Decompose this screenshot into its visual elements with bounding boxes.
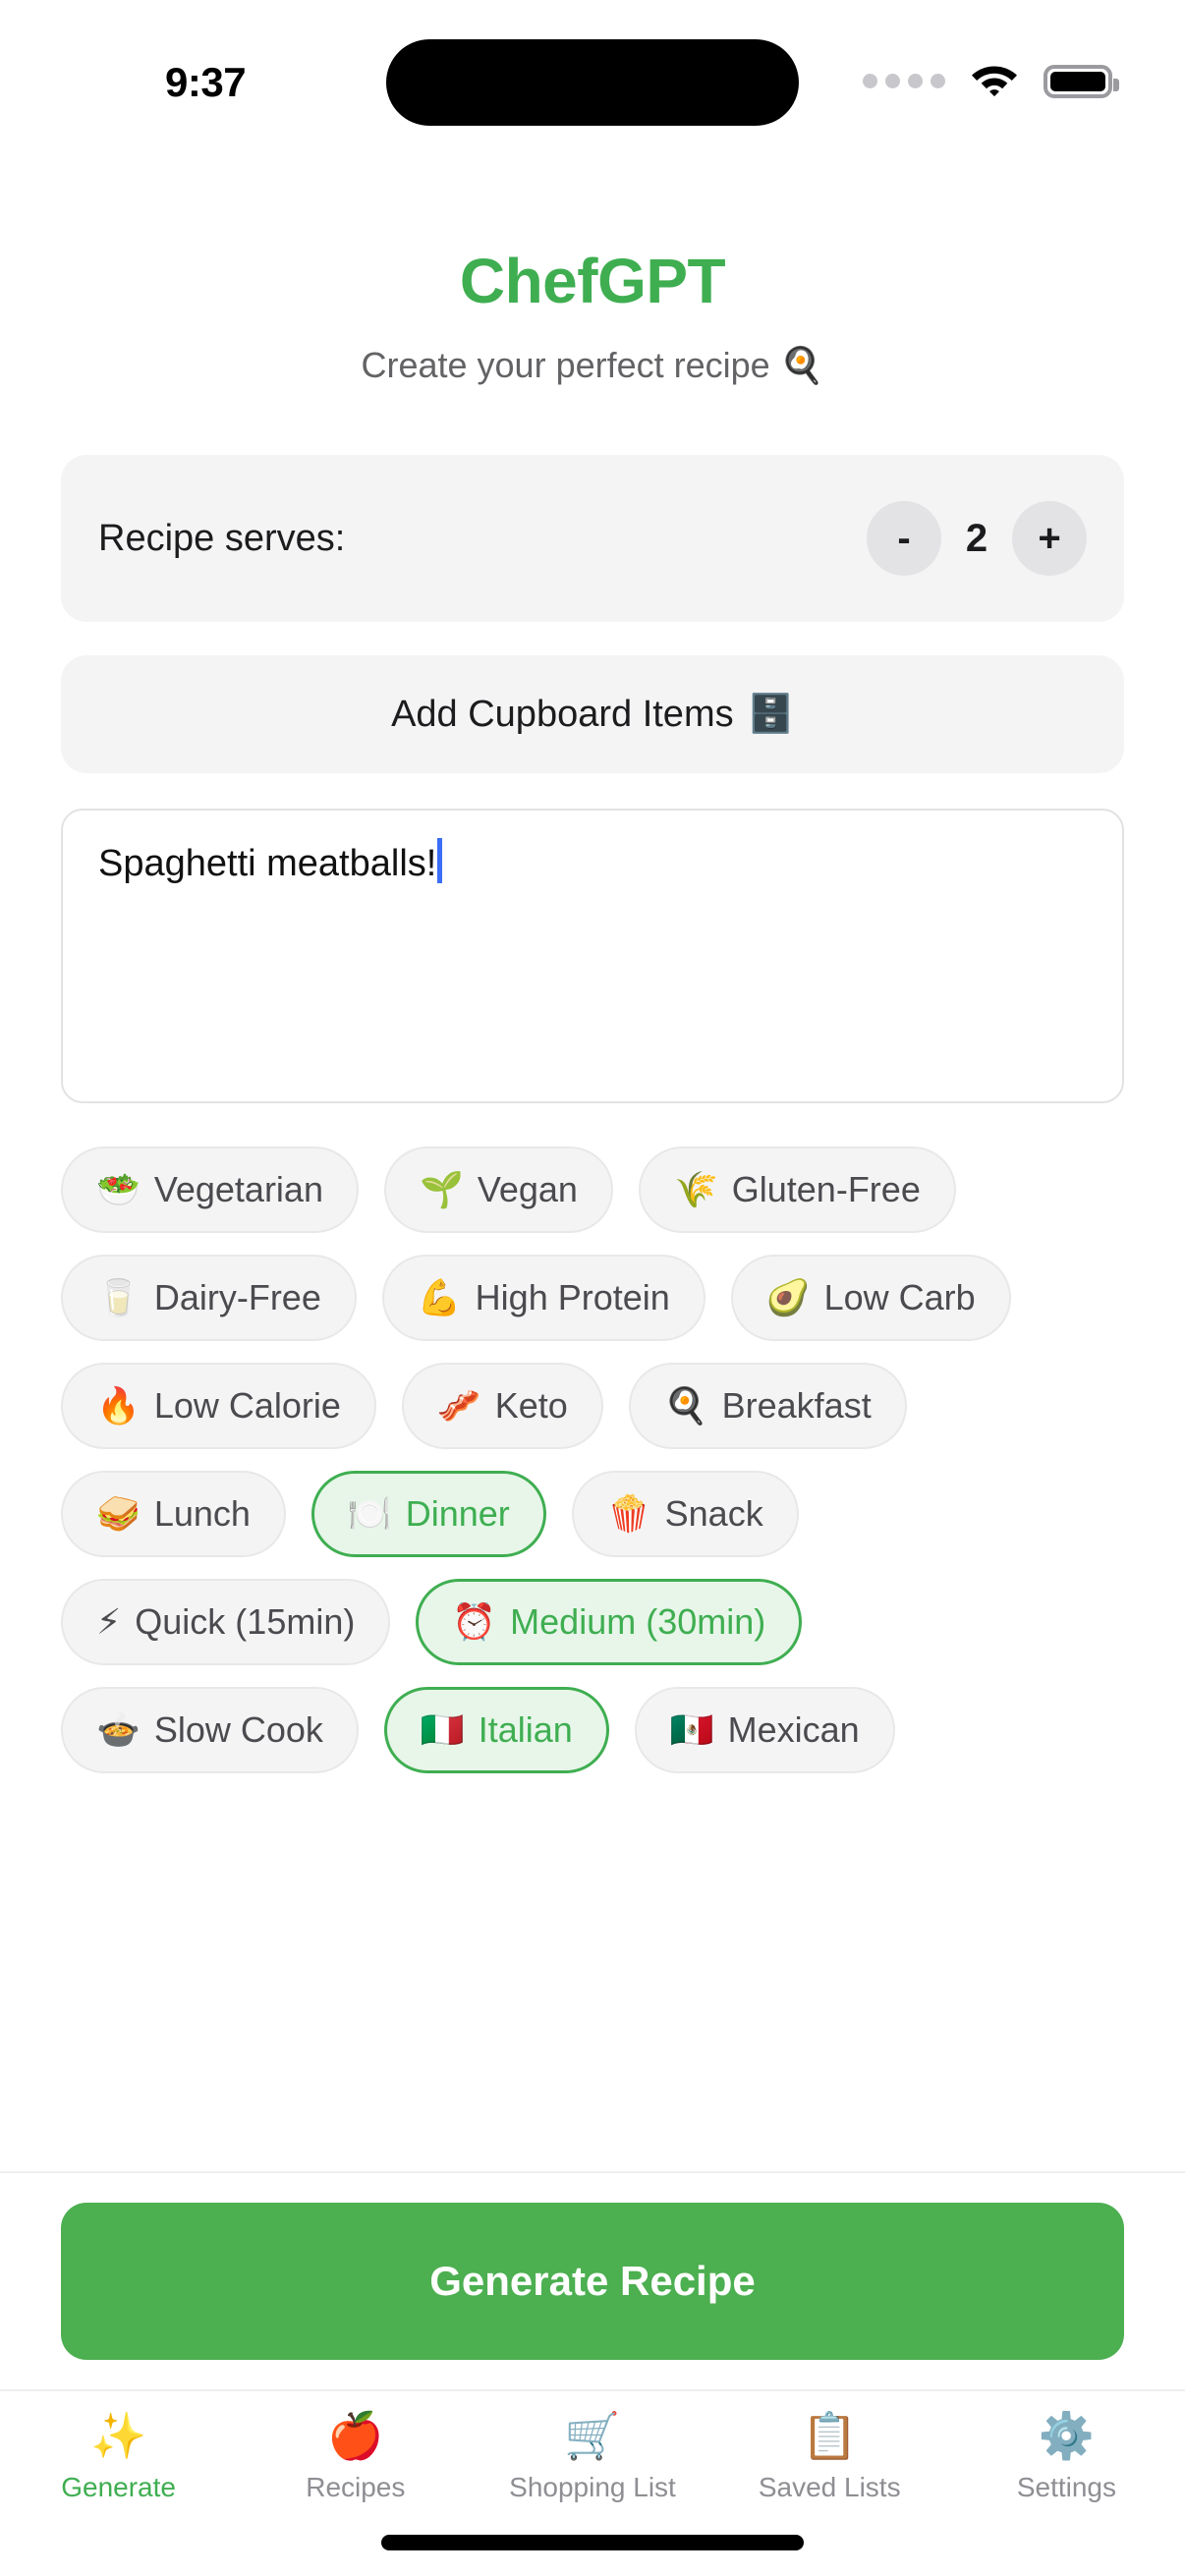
- chip-emoji-icon: 🥛: [96, 1277, 141, 1318]
- tab-label: Settings: [1016, 2472, 1116, 2502]
- chip-emoji-icon: 🍳: [663, 1385, 708, 1427]
- filter-chip[interactable]: 🥑 Low Carb: [730, 1255, 1011, 1342]
- add-cupboard-items-label: Add Cupboard Items: [391, 693, 734, 735]
- tab-icon: ⚙️: [1038, 2410, 1096, 2461]
- chip-label: Quick (15min): [135, 1601, 356, 1643]
- chip-emoji-icon: 🥑: [765, 1277, 811, 1318]
- tab-shopping-list[interactable]: 🛒 Shopping List: [474, 2413, 710, 2503]
- filter-chip[interactable]: 🥪 Lunch: [61, 1471, 286, 1558]
- chip-label: High Protein: [475, 1277, 670, 1318]
- tab-label: Generate: [61, 2472, 176, 2502]
- bottom-bar: Generate Recipe ✨ Generate 🍎 Recipes 🛒 Shoppi…: [0, 2171, 1185, 2576]
- status-time: 9:37: [165, 59, 247, 105]
- chip-emoji-icon: 🍽️: [347, 1493, 392, 1535]
- tab-label: Saved Lists: [758, 2472, 901, 2502]
- filter-chip[interactable]: 🥓 Keto: [401, 1363, 603, 1450]
- recipe-request-input[interactable]: Spaghetti meatballs!: [61, 809, 1124, 1104]
- chip-label: Breakfast: [721, 1385, 872, 1427]
- chip-emoji-icon: ⚡: [96, 1601, 122, 1643]
- chip-label: Dairy-Free: [153, 1277, 321, 1318]
- chip-label: Low Carb: [823, 1277, 976, 1318]
- wifi-icon: [971, 61, 1018, 101]
- signal-dots-icon: [863, 74, 945, 88]
- app-subtitle: Create your perfect recipe 🍳: [361, 345, 824, 385]
- tab-saved-lists[interactable]: 📋 Saved Lists: [711, 2413, 948, 2503]
- tab-settings[interactable]: ⚙️ Settings: [948, 2413, 1185, 2503]
- serves-stepper: - 2 +: [867, 501, 1087, 577]
- recipe-serves-label: Recipe serves:: [98, 517, 346, 559]
- chip-label: Dinner: [405, 1493, 510, 1535]
- chip-emoji-icon: 🇮🇹: [420, 1709, 465, 1751]
- filter-chip[interactable]: 🌱 Vegan: [383, 1147, 613, 1234]
- chip-emoji-icon: 🍲: [96, 1709, 141, 1751]
- filter-chip[interactable]: 🇮🇹 Italian: [383, 1687, 609, 1774]
- app-title: ChefGPT: [459, 246, 726, 316]
- recipe-serves-card: Recipe serves: - 2 +: [61, 455, 1124, 623]
- chip-label: Vegan: [477, 1169, 578, 1210]
- filter-chip[interactable]: 💪 High Protein: [381, 1255, 705, 1342]
- chip-emoji-icon: 🥓: [436, 1385, 481, 1427]
- filter-chip[interactable]: 🍲 Slow Cook: [61, 1687, 359, 1774]
- add-cupboard-items-button[interactable]: Add Cupboard Items 🗄️: [61, 655, 1124, 774]
- status-indicators: [863, 61, 1119, 101]
- tab-generate[interactable]: ✨ Generate: [0, 2413, 237, 2503]
- tab-icon: ✨: [89, 2410, 147, 2461]
- filter-chip[interactable]: 🥛 Dairy-Free: [61, 1255, 357, 1342]
- chip-emoji-icon: 🥪: [96, 1493, 141, 1535]
- serves-value: 2: [965, 516, 988, 560]
- tab-label: Shopping List: [509, 2472, 676, 2502]
- recipe-input-value: Spaghetti meatballs!: [98, 843, 437, 885]
- chip-emoji-icon: 🥗: [96, 1169, 141, 1210]
- tab-label: Recipes: [306, 2472, 406, 2502]
- filter-chip[interactable]: 🍽️ Dinner: [310, 1471, 546, 1558]
- main-scroll-area: ChefGPT Create your perfect recipe 🍳 Rec…: [0, 157, 1185, 2171]
- dynamic-island: [386, 39, 799, 126]
- battery-full-icon: [1044, 64, 1119, 98]
- chip-emoji-icon: 🇲🇽: [669, 1709, 714, 1751]
- chip-label: Gluten-Free: [731, 1169, 921, 1210]
- filter-chip[interactable]: ⚡ Quick (15min): [61, 1579, 391, 1666]
- chip-label: Keto: [494, 1385, 568, 1427]
- chip-label: Medium (30min): [510, 1601, 766, 1643]
- status-bar: 9:37: [0, 0, 1185, 157]
- chip-emoji-icon: 🌾: [673, 1169, 718, 1210]
- filter-chip[interactable]: ⏰ Medium (30min): [416, 1579, 803, 1666]
- chip-label: Italian: [478, 1709, 573, 1751]
- file-cabinet-icon: 🗄️: [747, 694, 794, 736]
- tab-icon: 🍎: [327, 2410, 384, 2461]
- generate-recipe-button[interactable]: Generate Recipe: [61, 2203, 1124, 2360]
- decrement-serves-button[interactable]: -: [867, 501, 941, 577]
- chip-emoji-icon: ⏰: [452, 1601, 497, 1643]
- chip-label: Lunch: [153, 1493, 251, 1535]
- app-screen: 9:37 ChefGPT Create your perfect recipe …: [0, 0, 1185, 2576]
- chip-label: Vegetarian: [153, 1169, 323, 1210]
- tab-recipes[interactable]: 🍎 Recipes: [237, 2413, 474, 2503]
- filter-chip[interactable]: 🥗 Vegetarian: [61, 1147, 359, 1234]
- chip-label: Snack: [664, 1493, 763, 1535]
- chip-label: Slow Cook: [153, 1709, 323, 1751]
- chip-emoji-icon: 🔥: [96, 1385, 141, 1427]
- chip-emoji-icon: 🍿: [606, 1493, 651, 1535]
- filter-chip[interactable]: 🍳 Breakfast: [628, 1363, 907, 1450]
- chip-emoji-icon: 🌱: [419, 1169, 464, 1210]
- tab-icon: 🛒: [564, 2410, 621, 2461]
- chip-label: Mexican: [727, 1709, 860, 1751]
- text-cursor: [437, 838, 443, 884]
- tab-icon: 📋: [801, 2410, 858, 2461]
- chip-label: Low Calorie: [153, 1385, 341, 1427]
- increment-serves-button[interactable]: +: [1012, 501, 1087, 577]
- home-indicator[interactable]: [381, 2535, 804, 2550]
- filter-chip-list: 🥗 Vegetarian 🌱 Vegan 🌾 Gluten-Free 🥛 Dairy-Free…: [61, 1147, 1124, 1774]
- filter-chip[interactable]: 🍿 Snack: [571, 1471, 799, 1558]
- chip-emoji-icon: 💪: [417, 1277, 462, 1318]
- filter-chip[interactable]: 🔥 Low Calorie: [61, 1363, 376, 1450]
- filter-chip[interactable]: 🇲🇽 Mexican: [634, 1687, 895, 1774]
- filter-chip[interactable]: 🌾 Gluten-Free: [638, 1147, 956, 1234]
